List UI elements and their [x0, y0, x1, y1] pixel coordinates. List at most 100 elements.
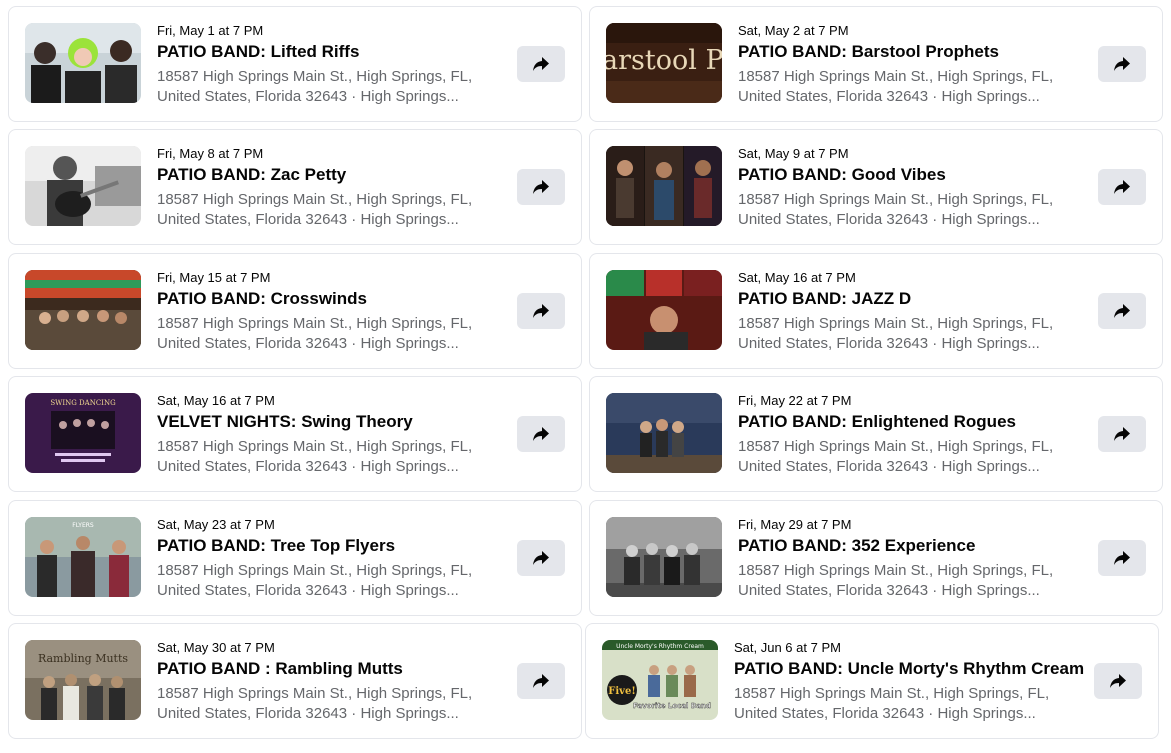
event-title[interactable]: PATIO BAND: Tree Top Flyers: [157, 535, 481, 557]
event-title[interactable]: VELVET NIGHTS: Swing Theory: [157, 411, 481, 433]
event-card[interactable]: FLYERS Sat, May 23 at 7 PM PATIO BAND: T…: [8, 500, 582, 616]
share-arrow-icon: [1114, 551, 1130, 565]
share-arrow-icon: [533, 427, 549, 441]
event-location: 18587 High Springs Main St., High Spring…: [157, 438, 473, 475]
event-card[interactable]: Uncle Morty's Rhythm Cream Five! Favorit…: [585, 623, 1159, 739]
event-location: 18587 High Springs Main St., High Spring…: [734, 685, 1050, 722]
share-arrow-icon: [533, 57, 549, 71]
event-card[interactable]: Fri, May 1 at 7 PM PATIO BAND: Lifted Ri…: [8, 6, 582, 122]
svg-text:FLYERS: FLYERS: [72, 522, 94, 529]
event-date: Sat, May 16 at 7 PM: [157, 393, 275, 408]
share-button[interactable]: [1098, 416, 1146, 452]
svg-text:Rambling Mutts: Rambling Mutts: [38, 652, 128, 665]
share-button[interactable]: [517, 416, 565, 452]
event-card[interactable]: Sat, May 9 at 7 PM PATIO BAND: Good Vibe…: [589, 129, 1163, 245]
svg-text:Five!: Five!: [608, 686, 635, 697]
event-title[interactable]: PATIO BAND: Crosswinds: [157, 288, 481, 310]
event-card[interactable]: Sat, May 16 at 7 PM PATIO BAND: JAZZ D 1…: [589, 253, 1163, 369]
event-thumbnail[interactable]: arstool Proph: [606, 23, 722, 103]
event-date: Sat, May 16 at 7 PM: [738, 270, 856, 285]
event-thumbnail[interactable]: [606, 270, 722, 350]
event-location: 18587 High Springs Main St., High Spring…: [738, 191, 1054, 228]
band-photo-crosswinds: [25, 270, 141, 350]
share-button[interactable]: [517, 663, 565, 699]
event-title[interactable]: PATIO BAND: Barstool Prophets: [738, 41, 1062, 63]
share-button[interactable]: [517, 169, 565, 205]
event-thumbnail[interactable]: [25, 270, 141, 350]
event-date: Fri, May 22 at 7 PM: [738, 393, 852, 408]
band-photo-uncle-mortys-rhythm-cream: Uncle Morty's Rhythm Cream Five! Favorit…: [602, 640, 718, 720]
event-date: Fri, May 15 at 7 PM: [157, 270, 271, 285]
event-title[interactable]: PATIO BAND: 352 Experience: [738, 535, 1062, 557]
band-photo-lifted-riffs: [25, 23, 141, 103]
event-title[interactable]: PATIO BAND : Rambling Mutts: [157, 658, 481, 680]
event-card[interactable]: Fri, May 8 at 7 PM PATIO BAND: Zac Petty…: [8, 129, 582, 245]
share-arrow-icon: [533, 304, 549, 318]
event-date: Fri, May 1 at 7 PM: [157, 23, 264, 38]
svg-text:arstool Proph: arstool Proph: [606, 45, 722, 76]
share-button[interactable]: [517, 46, 565, 82]
share-button[interactable]: [1098, 540, 1146, 576]
event-location: 18587 High Springs Main St., High Spring…: [157, 685, 473, 722]
event-thumbnail[interactable]: SWING DANCING: [25, 393, 141, 473]
share-arrow-icon: [533, 551, 549, 565]
event-title[interactable]: PATIO BAND: Uncle Morty's Rhythm Cream: [734, 658, 1084, 680]
band-photo-enlightened-rogues: [606, 393, 722, 473]
event-card[interactable]: Fri, May 22 at 7 PM PATIO BAND: Enlighte…: [589, 376, 1163, 492]
band-photo-jazz-d: [606, 270, 722, 350]
share-button[interactable]: [517, 540, 565, 576]
event-location: 18587 High Springs Main St., High Spring…: [738, 315, 1054, 352]
event-title[interactable]: PATIO BAND: JAZZ D: [738, 288, 1062, 310]
band-photo-good-vibes: [606, 146, 722, 226]
band-photo-swing-theory: SWING DANCING: [25, 393, 141, 473]
event-location: 18587 High Springs Main St., High Spring…: [738, 68, 1054, 105]
event-card[interactable]: arstool Proph Sat, May 2 at 7 PM PATIO B…: [589, 6, 1163, 122]
event-title[interactable]: PATIO BAND: Zac Petty: [157, 164, 481, 186]
event-thumbnail[interactable]: [606, 393, 722, 473]
share-button[interactable]: [1098, 293, 1146, 329]
share-arrow-icon: [1110, 674, 1126, 688]
event-card[interactable]: Rambling Mutts Sat, May 30 at 7 PM PATIO…: [8, 623, 582, 739]
svg-text:Favorite Local Band: Favorite Local Band: [633, 702, 711, 710]
share-arrow-icon: [1114, 304, 1130, 318]
event-location: 18587 High Springs Main St., High Spring…: [738, 562, 1054, 599]
event-location: 18587 High Springs Main St., High Spring…: [157, 315, 473, 352]
event-date: Fri, May 29 at 7 PM: [738, 517, 852, 532]
event-card[interactable]: SWING DANCING Sat, May 16 at 7 PM VELVET…: [8, 376, 582, 492]
event-thumbnail[interactable]: Rambling Mutts: [25, 640, 141, 720]
share-button[interactable]: [1098, 46, 1146, 82]
event-thumbnail[interactable]: FLYERS: [25, 517, 141, 597]
event-date: Sat, May 30 at 7 PM: [157, 640, 275, 655]
event-card[interactable]: Fri, May 29 at 7 PM PATIO BAND: 352 Expe…: [589, 500, 1163, 616]
svg-text:SWING DANCING: SWING DANCING: [50, 399, 116, 407]
band-photo-zac-petty: [25, 146, 141, 226]
event-title[interactable]: PATIO BAND: Enlightened Rogues: [738, 411, 1062, 433]
share-arrow-icon: [533, 674, 549, 688]
share-arrow-icon: [1114, 180, 1130, 194]
event-location: 18587 High Springs Main St., High Spring…: [157, 191, 473, 228]
event-date: Sat, May 2 at 7 PM: [738, 23, 849, 38]
event-location: 18587 High Springs Main St., High Spring…: [738, 438, 1054, 475]
band-photo-rambling-mutts: Rambling Mutts: [25, 640, 141, 720]
band-photo-tree-top-flyers: FLYERS: [25, 517, 141, 597]
share-button[interactable]: [1098, 169, 1146, 205]
event-date: Sat, May 23 at 7 PM: [157, 517, 275, 532]
event-date: Fri, May 8 at 7 PM: [157, 146, 264, 161]
event-date: Sat, Jun 6 at 7 PM: [734, 640, 841, 655]
share-arrow-icon: [1114, 427, 1130, 441]
event-thumbnail[interactable]: [606, 146, 722, 226]
share-button[interactable]: [1094, 663, 1142, 699]
event-thumbnail[interactable]: [25, 23, 141, 103]
event-thumbnail[interactable]: Uncle Morty's Rhythm Cream Five! Favorit…: [602, 640, 718, 720]
event-location: 18587 High Springs Main St., High Spring…: [157, 562, 473, 599]
share-button[interactable]: [517, 293, 565, 329]
event-thumbnail[interactable]: [606, 517, 722, 597]
event-thumbnail[interactable]: [25, 146, 141, 226]
svg-text:Uncle Morty's Rhythm Cream: Uncle Morty's Rhythm Cream: [616, 643, 704, 650]
event-date: Sat, May 9 at 7 PM: [738, 146, 849, 161]
event-title[interactable]: PATIO BAND: Lifted Riffs: [157, 41, 481, 63]
event-card[interactable]: Fri, May 15 at 7 PM PATIO BAND: Crosswin…: [8, 253, 582, 369]
band-photo-barstool-prophets: arstool Proph: [606, 23, 722, 103]
band-photo-352-experience: [606, 517, 722, 597]
event-title[interactable]: PATIO BAND: Good Vibes: [738, 164, 1062, 186]
